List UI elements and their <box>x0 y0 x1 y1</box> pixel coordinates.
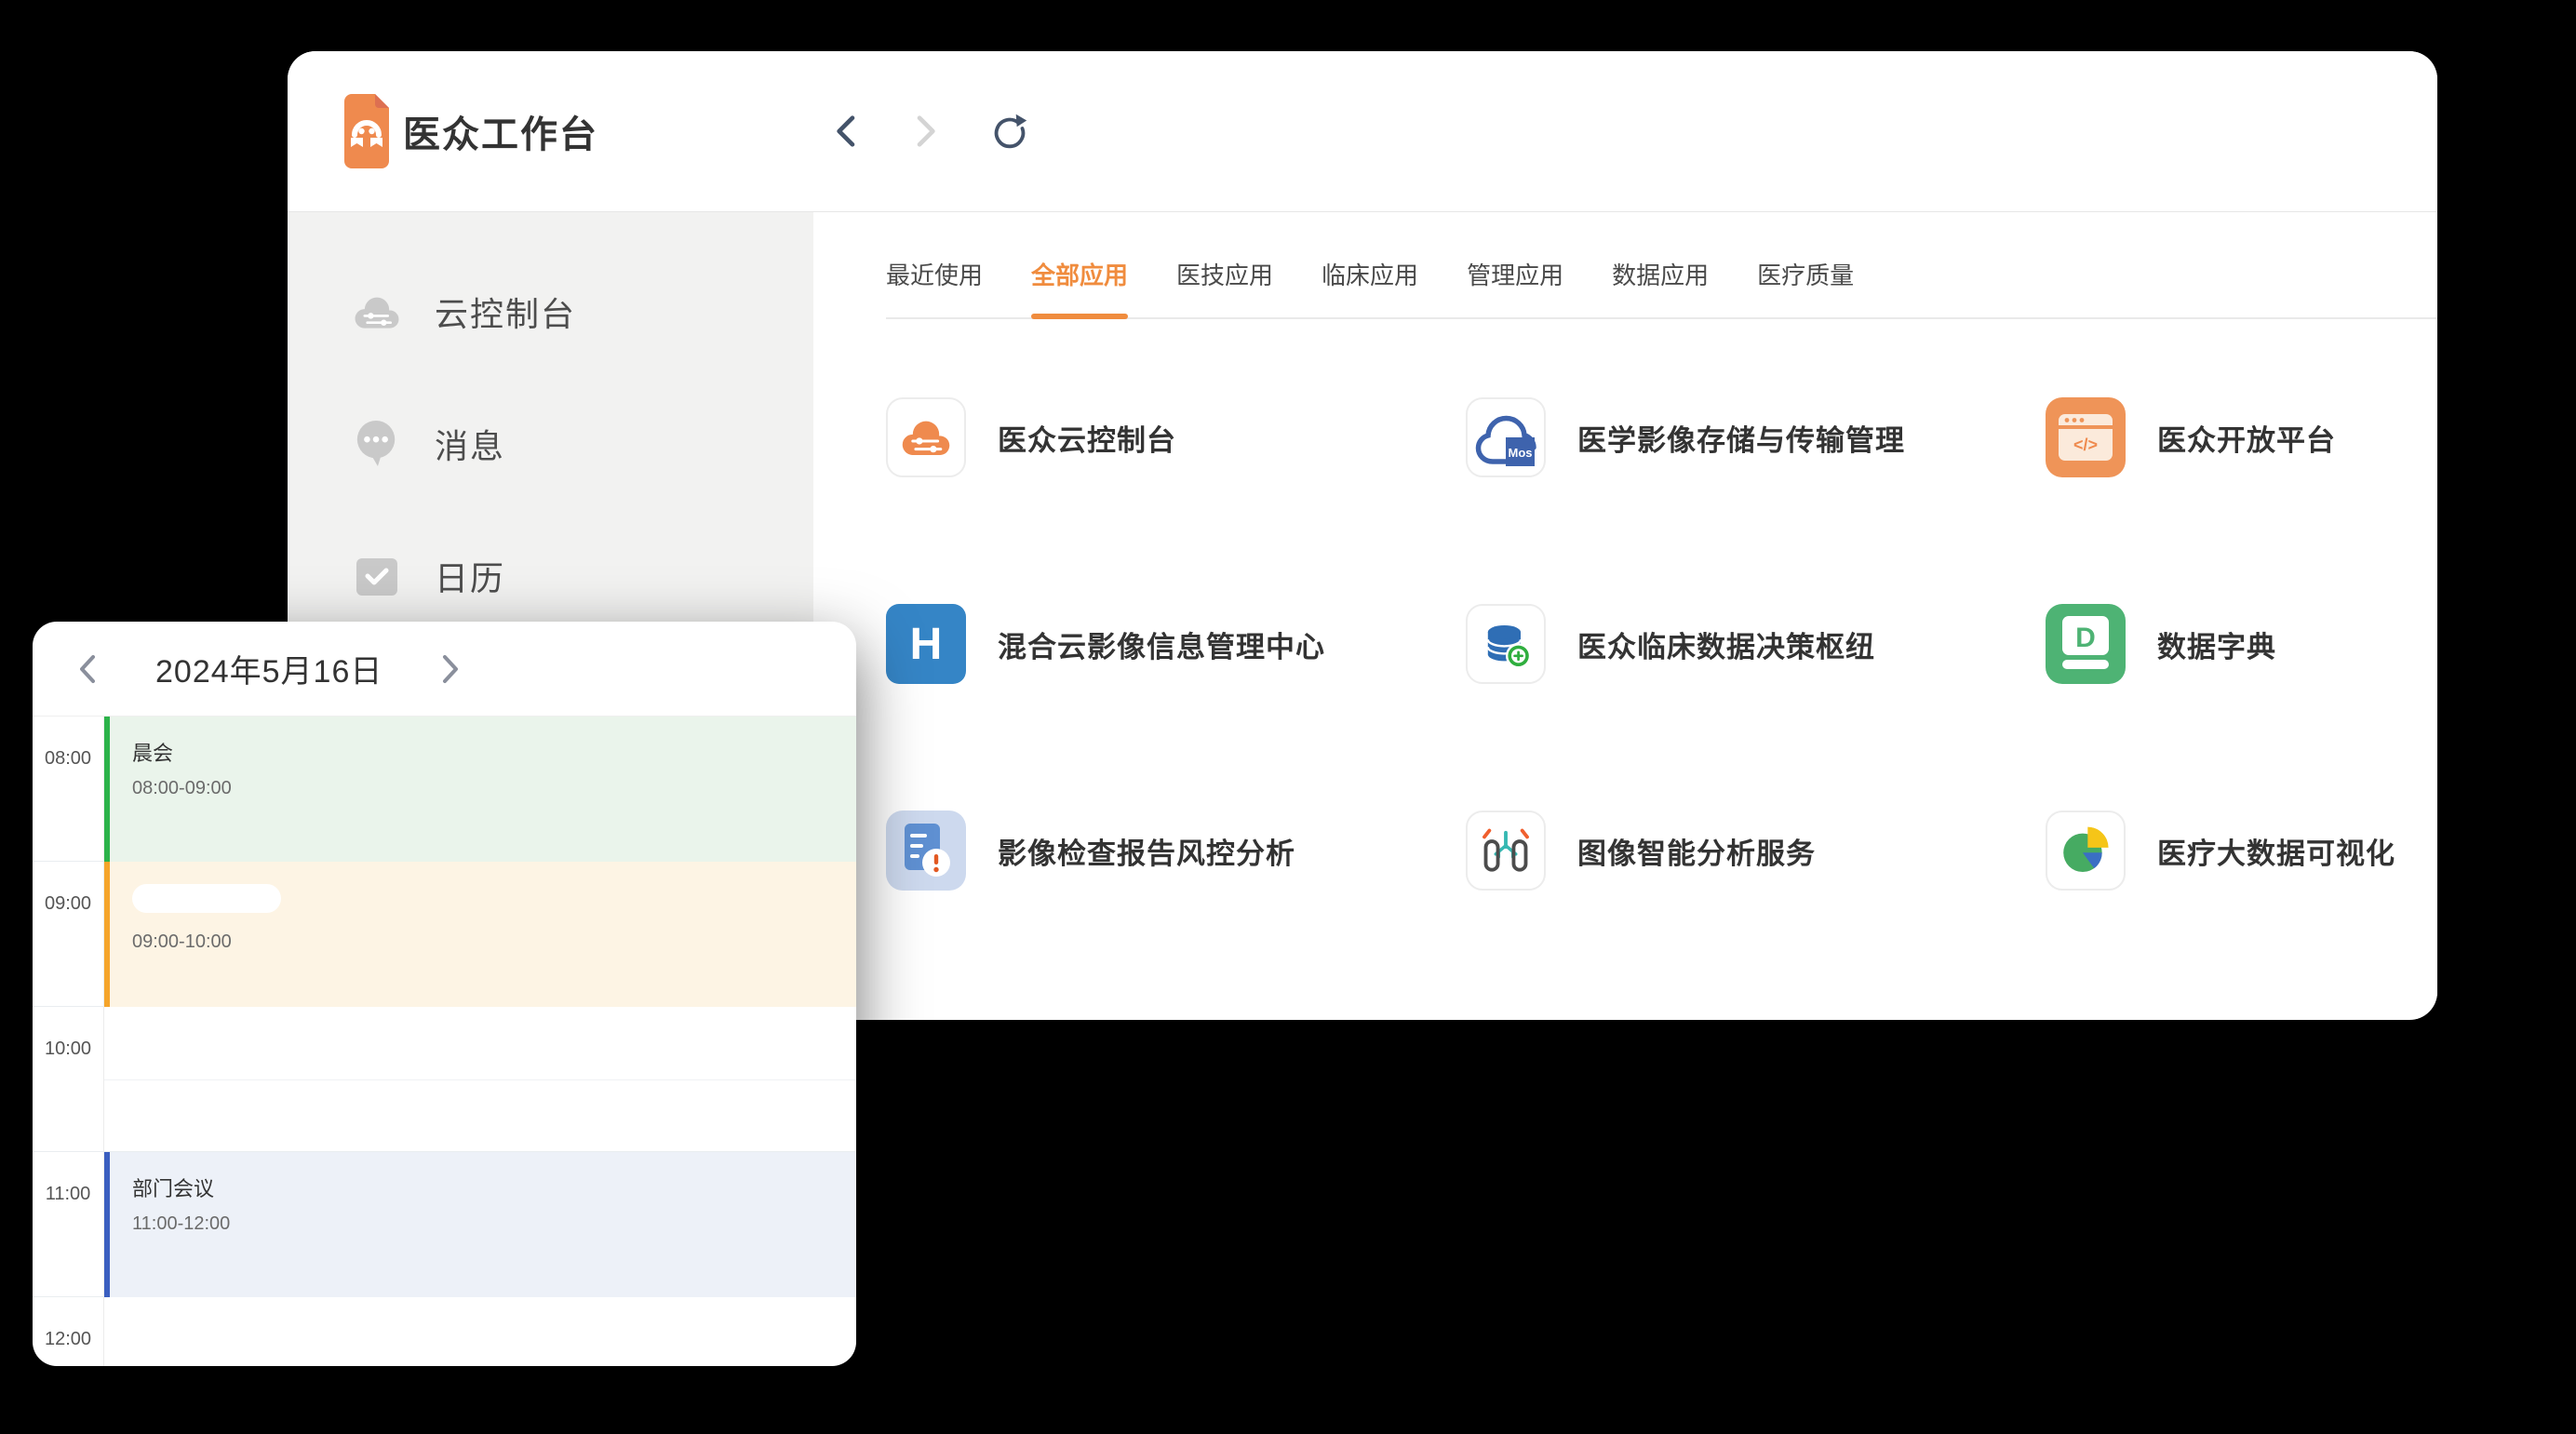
tab-bar: 最近使用 全部应用 医技应用 临床应用 管理应用 数据应用 医疗质量 <box>886 257 2437 319</box>
refresh-button[interactable] <box>988 110 1031 153</box>
calendar-row-1100: 11:00 部门会议 11:00-12:00 <box>33 1152 856 1297</box>
sidebar-item-label: 日历 <box>435 552 505 600</box>
calendar-date: 2024年5月16日 <box>155 646 382 691</box>
app-data-dictionary[interactable]: D 数据字典 <box>2046 604 2437 684</box>
open-platform-icon: </> <box>2059 414 2113 461</box>
app-open-platform[interactable]: </> 医众开放平台 <box>2046 397 2437 477</box>
back-button[interactable] <box>832 114 862 149</box>
tab-recent[interactable]: 最近使用 <box>886 257 983 317</box>
hour-label: 10:00 <box>33 1007 104 1152</box>
event-title-redacted <box>132 884 281 913</box>
chevron-right-icon <box>440 653 461 685</box>
calendar-row-0900: 09:00 09:00-10:00 <box>33 862 856 1007</box>
event-time: 11:00-12:00 <box>132 1213 856 1235</box>
tab-management[interactable]: 管理应用 <box>1467 257 1563 317</box>
app-label: 医众临床数据决策枢纽 <box>1577 623 1875 665</box>
dictionary-icon: D <box>2060 616 2111 672</box>
window-header: 医众工作台 <box>288 51 2437 212</box>
event-title: 部门会议 <box>132 1173 856 1202</box>
app-image-ai-service[interactable]: 图像智能分析服务 <box>1466 811 2046 891</box>
tab-all-apps[interactable]: 全部应用 <box>1031 257 1128 317</box>
forward-button[interactable] <box>910 114 940 149</box>
app-report-risk-analysis[interactable]: 影像检查报告风控分析 <box>886 811 1466 891</box>
calendar-grid: 08:00 晨会 08:00-09:00 09:00 09:00-10:00 <box>33 717 856 1366</box>
hour-label: 09:00 <box>33 862 104 1007</box>
app-content: 最近使用 全部应用 医技应用 临床应用 管理应用 数据应用 医疗质量 <box>813 212 2437 1019</box>
sidebar-item-calendar[interactable]: 日历 <box>288 550 813 602</box>
tab-medtech[interactable]: 医技应用 <box>1176 257 1273 317</box>
app-label: 医众云控制台 <box>998 417 1176 459</box>
tab-data[interactable]: 数据应用 <box>1612 257 1709 317</box>
calendar-event-redacted[interactable]: 09:00-10:00 <box>104 862 856 1007</box>
window-title: 医众工作台 <box>403 104 598 158</box>
calendar-icon <box>355 554 399 598</box>
hybrid-h-icon: H <box>910 619 943 670</box>
calendar-row-1200: 12:00 <box>33 1297 856 1366</box>
app-label: 混合云影像信息管理中心 <box>998 623 1325 665</box>
browser-nav <box>832 110 1031 153</box>
calendar-row-0800: 08:00 晨会 08:00-09:00 <box>33 717 856 862</box>
app-image-storage[interactable]: Mos 医学影像存储与传输管理 <box>1466 397 2046 477</box>
app-label: 医学影像存储与传输管理 <box>1577 417 1905 459</box>
tab-clinical[interactable]: 临床应用 <box>1322 257 1418 317</box>
app-big-data-visualization[interactable]: 医疗大数据可视化 <box>2046 811 2437 891</box>
lungs-ai-icon <box>1475 820 1536 881</box>
pie-chart-icon <box>2055 820 2116 881</box>
back-icon <box>832 114 862 149</box>
calendar-empty-slot[interactable] <box>104 1007 856 1152</box>
calendar-event-morning-meeting[interactable]: 晨会 08:00-09:00 <box>104 717 856 862</box>
forward-icon <box>910 114 940 149</box>
tab-quality[interactable]: 医疗质量 <box>1757 257 1854 317</box>
app-hybrid-cloud-center[interactable]: H 混合云影像信息管理中心 <box>886 604 1466 684</box>
app-label: 影像检查报告风控分析 <box>998 830 1295 872</box>
hour-label: 08:00 <box>33 717 104 862</box>
calendar-panel: 2024年5月16日 08:00 晨会 08:00-09:00 09:00 <box>33 622 856 1366</box>
calendar-next-button[interactable] <box>440 653 461 685</box>
app-grid: 医众云控制台 Mos 医学影像存储与传输管理 <box>886 397 2437 891</box>
clinical-database-icon <box>1476 614 1536 674</box>
app-clinical-data-hub[interactable]: 医众临床数据决策枢纽 <box>1466 604 2046 684</box>
svg-text:</>: </> <box>2073 436 2098 454</box>
event-title: 晨会 <box>132 737 856 767</box>
calendar-empty-slot[interactable] <box>104 1297 856 1366</box>
event-time: 09:00-10:00 <box>132 931 856 953</box>
hour-label: 11:00 <box>33 1152 104 1297</box>
app-label: 医疗大数据可视化 <box>2157 830 2395 872</box>
event-time: 08:00-09:00 <box>132 778 856 799</box>
app-cloud-console[interactable]: 医众云控制台 <box>886 397 1466 477</box>
hour-label: 12:00 <box>33 1297 104 1366</box>
calendar-event-department-meeting[interactable]: 部门会议 11:00-12:00 <box>104 1152 856 1297</box>
report-risk-icon <box>899 822 953 879</box>
app-logo-icon <box>344 94 389 168</box>
svg-text:D: D <box>2075 623 2096 653</box>
calendar-row-1000: 10:00 <box>33 1007 856 1152</box>
mos-cloud-icon: Mos <box>1469 402 1543 473</box>
svg-text:Mos: Mos <box>1509 446 1533 460</box>
screen: 医众工作台 <box>0 0 2576 1434</box>
app-label: 数据字典 <box>2157 623 2276 665</box>
app-label: 图像智能分析服务 <box>1577 830 1816 872</box>
message-icon <box>354 419 400 469</box>
cloud-console-icon <box>898 415 954 460</box>
calendar-prev-button[interactable] <box>77 653 98 685</box>
cloud-icon <box>351 291 403 332</box>
sidebar-item-label: 云控制台 <box>435 288 576 336</box>
app-label: 医众开放平台 <box>2157 417 2336 459</box>
sidebar-item-messages[interactable]: 消息 <box>288 418 813 470</box>
sidebar-item-label: 消息 <box>435 420 505 468</box>
refresh-icon <box>988 110 1031 153</box>
sidebar-item-cloud-console[interactable]: 云控制台 <box>288 286 813 338</box>
chevron-left-icon <box>77 653 98 685</box>
calendar-header: 2024年5月16日 <box>33 622 856 717</box>
